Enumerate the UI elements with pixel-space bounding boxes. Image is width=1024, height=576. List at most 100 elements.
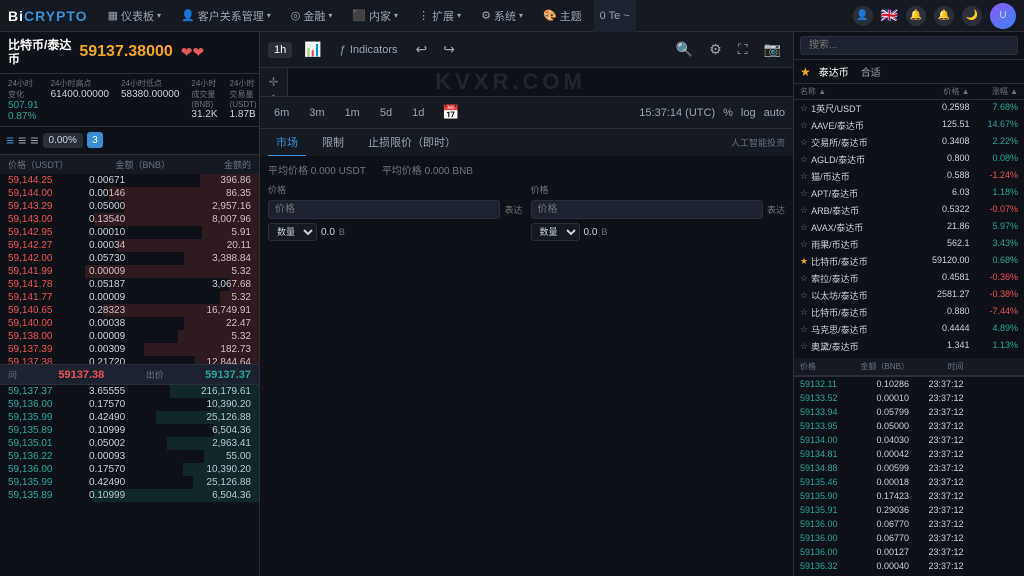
list-item[interactable]: ☆ ARB/泰达币 0.5322 -0.07% (794, 202, 1024, 219)
sell-qty-select[interactable]: 数量 (531, 223, 580, 241)
flag-icon[interactable]: 🇬🇧 (881, 7, 898, 24)
bid-row[interactable]: 59,135.99 0.42490 25,126.88 (0, 476, 259, 489)
nav-crm[interactable]: 👤 客户关系管理 ▾ (173, 0, 279, 32)
ob-view-sell[interactable]: ≡ (18, 132, 26, 148)
indicators-icon: ƒ (340, 44, 346, 56)
avatar[interactable]: U (990, 3, 1016, 29)
camera-icon[interactable]: 📷 (760, 41, 785, 58)
tf-5d[interactable]: 5d (374, 105, 398, 121)
ask-row[interactable]: 59,144.25 0.00671 396.86 (0, 174, 259, 187)
bid-row[interactable]: 59,135.89 0.10999 6,504.36 (0, 489, 259, 502)
ticker-header: 比特币/泰达币 59137.38000 ❤❤ (0, 32, 259, 74)
list-item[interactable]: ☆ 雨果/币达币 562.1 3.43% (794, 236, 1024, 253)
trade-history-header: 价格 金额（BNB） 时间 (794, 358, 1024, 376)
cursor-icon[interactable]: ✛ (268, 76, 278, 88)
nav-theme[interactable]: 🎨 主题 (535, 0, 590, 32)
mtab-fit[interactable]: 合适 (857, 63, 885, 80)
bid-row[interactable]: 59,136.00 0.17570 10,390.20 (0, 398, 259, 411)
ask-row[interactable]: 59,137.38 0.21720 12,844.64 (0, 356, 259, 365)
bid-row[interactable]: 59,135.89 0.10999 6,504.36 (0, 424, 259, 437)
sell-price-input[interactable] (531, 200, 763, 219)
ticker-heart: ❤❤ (181, 44, 204, 61)
bid-row[interactable]: 59,135.99 0.42490 25,126.88 (0, 411, 259, 424)
ask-row[interactable]: 59,143.29 0.05000 2,957.16 (0, 200, 259, 213)
bid-row[interactable]: 59,137.37 3.65555 216,179.61 (0, 385, 259, 398)
search-input[interactable] (800, 36, 1018, 55)
ask-row[interactable]: 59,144.00 0.00146 86.35 (0, 187, 259, 200)
list-item[interactable]: ☆ 1英尺/USDT 0.2598 7.68% (794, 100, 1024, 117)
nav-finance[interactable]: ◎ 金融 ▾ (283, 0, 341, 32)
ob-view-buy[interactable]: ≡ (30, 132, 38, 148)
tab-stop-limit[interactable]: 止损限价（即时） (360, 129, 464, 157)
tf-1m[interactable]: 1m (339, 105, 366, 121)
nav-system[interactable]: ⚙ 系统 ▾ (473, 0, 531, 32)
list-item[interactable]: ☆ 比特币/泰达币 0.880 -7.44% (794, 304, 1024, 321)
ask-row[interactable]: 59,140.00 0.00038 22.47 (0, 317, 259, 330)
indicators-btn[interactable]: ƒ Indicators (334, 42, 404, 58)
nav-icons: 👤 🇬🇧 🔔 🔔 🌙 U (853, 3, 1016, 29)
sell-price-row: 表达 (531, 200, 786, 219)
list-item[interactable]: ★ 比特币/泰达币 59120.00 0.68% (794, 253, 1024, 270)
redo-icon[interactable]: ↪ (439, 41, 459, 58)
bid-row[interactable]: 59,135.01 0.05002 2,963.41 (0, 437, 259, 450)
ask-row[interactable]: 59,140.65 0.28323 16,749.91 (0, 304, 259, 317)
search-bar (794, 32, 1024, 60)
mtab-usdt[interactable]: 泰达币 (815, 63, 853, 80)
tab-market[interactable]: 市场 (268, 129, 306, 157)
tf-3m[interactable]: 3m (303, 105, 330, 121)
list-item[interactable]: ☆ AVAX/泰达币 21.86 5.97% (794, 219, 1024, 236)
auto-btn[interactable]: auto (764, 107, 785, 119)
buy-price-input[interactable] (268, 200, 500, 219)
nav-extend[interactable]: ⋮ 扩展 ▾ (410, 0, 469, 32)
ask-row[interactable]: 59,142.27 0.00034 20.11 (0, 239, 259, 252)
ask-row[interactable]: 59,141.77 0.00009 5.32 (0, 291, 259, 304)
ask-row[interactable]: 59,141.99 0.00009 5.32 (0, 265, 259, 278)
ask-row[interactable]: 59,143.00 0.13540 8,007.96 (0, 213, 259, 226)
table-row: 59135.91 0.29036 23:37:12 (794, 503, 1024, 517)
fullscreen-icon[interactable]: ⛶ (734, 41, 752, 58)
moon-icon[interactable]: 🌙 (962, 6, 982, 26)
list-item[interactable]: ☆ 以太坊/泰达币 2581.27 -0.38% (794, 287, 1024, 304)
mlist-header: 名称 ▲ 价格 ▲ 涨幅 ▲ (794, 84, 1024, 100)
bell-icon[interactable]: 🔔 (934, 6, 954, 26)
ask-row[interactable]: 59,141.78 0.05187 3,067.68 (0, 278, 259, 291)
list-item[interactable]: ☆ 索拉/泰达币 0.4581 -0.36% (794, 270, 1024, 287)
list-item[interactable]: ☆ AGLD/泰达币 0.800 0.08% (794, 151, 1024, 168)
tf-1d[interactable]: 1d (406, 105, 430, 121)
undo-icon[interactable]: ↩ (412, 41, 432, 58)
tab-limit[interactable]: 限制 (314, 129, 352, 157)
list-item[interactable]: ☆ 奥黛/泰达币 1.341 1.13% (794, 338, 1024, 355)
buy-qty-select[interactable]: 数量 (268, 223, 317, 241)
nav-dashboard[interactable]: ▦ 仪表板 ▾ (100, 0, 169, 32)
ob-view-both[interactable]: ≡ (6, 132, 14, 148)
stat-change: 24小时变化 507.91 0.87% (8, 78, 39, 122)
notification-icon[interactable]: 🔔 (906, 6, 926, 26)
ticker-stats: 24小时变化 507.91 0.87% 24小时高点 61400.00000 2… (0, 74, 259, 127)
nav-inner[interactable]: ⬛ 内家 ▾ (344, 0, 406, 32)
ask-row[interactable]: 59,142.00 0.05730 3,388.84 (0, 252, 259, 265)
list-item[interactable]: ☆ 猫/币达币 0.588 -1.24% (794, 168, 1024, 185)
tf-6m[interactable]: 6m (268, 105, 295, 121)
magnify-icon[interactable]: 🔍 (672, 41, 697, 58)
market-list: ☆ 1英尺/USDT 0.2598 7.68% ☆ AAVE/泰达币 125.5… (794, 100, 1024, 358)
list-item[interactable]: ☆ APT/泰达币 6.03 1.18% (794, 185, 1024, 202)
ask-row[interactable]: 59,138.00 0.00009 5.32 (0, 330, 259, 343)
pct-btn[interactable]: % (723, 107, 733, 119)
bid-row[interactable]: 59,136.00 0.17570 10,390.20 (0, 463, 259, 476)
settings-icon[interactable]: ⚙ (705, 41, 726, 58)
tf-1h[interactable]: 1h (268, 42, 292, 58)
list-item[interactable]: ☆ AAVE/泰达币 125.51 14.67% (794, 117, 1024, 134)
calendar-icon[interactable]: 📅 (438, 104, 463, 121)
ask-row[interactable]: 59,142.95 0.00010 5.91 (0, 226, 259, 239)
list-item[interactable]: ☆ 马克思/泰达币 0.4444 4.89% (794, 321, 1024, 338)
log-btn[interactable]: log (741, 107, 756, 119)
star-filter[interactable]: ★ (800, 65, 811, 79)
bid-row[interactable]: 59,136.22 0.00093 55.00 (0, 450, 259, 463)
logo[interactable]: BiCRYPTO (8, 8, 88, 24)
table-row: 59134.00 0.04030 23:37:12 (794, 433, 1024, 447)
ask-row[interactable]: 59,137.39 0.00309 182.73 (0, 343, 259, 356)
list-item[interactable]: ☆ 交易所/泰达币 0.3408 2.22% (794, 134, 1024, 151)
user-icon[interactable]: 👤 (853, 6, 873, 26)
price-type-icon[interactable]: 📊 (300, 41, 325, 58)
ob-pct: 0.00% (43, 133, 83, 148)
